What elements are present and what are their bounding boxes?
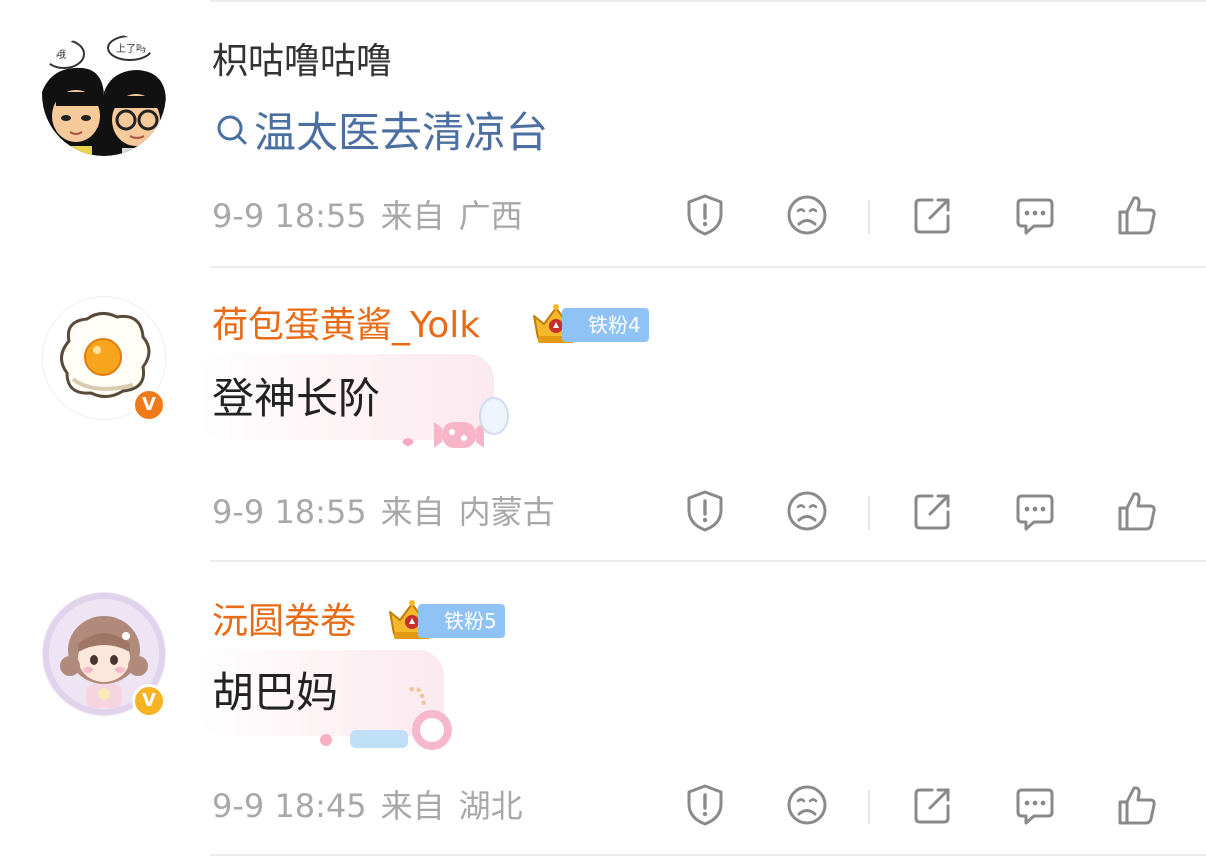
sad-face-icon — [787, 785, 827, 825]
reply-button[interactable] — [1012, 488, 1058, 534]
fan-badge[interactable]: 铁粉4 — [562, 308, 649, 342]
like-button[interactable] — [1114, 488, 1160, 534]
report-button[interactable] — [682, 488, 728, 534]
comment-meta: 9-9 18:55 来自 内蒙古 — [212, 492, 569, 532]
reply-button[interactable] — [1012, 782, 1058, 828]
share-icon — [914, 494, 950, 530]
reply-button[interactable] — [1012, 192, 1058, 238]
comment-icon — [1016, 198, 1054, 235]
action-separator — [868, 496, 870, 530]
avatar[interactable]: 哦 上了吗 — [42, 32, 166, 156]
comment-text: 登神长阶 — [212, 374, 381, 423]
comment-meta: 9-9 18:55 来自 广西 — [212, 196, 537, 236]
v-badge-icon: V — [132, 684, 166, 718]
share-button[interactable] — [910, 782, 956, 828]
comment-date: 9-9 18:55 — [212, 197, 367, 235]
candy-sticker — [402, 397, 509, 448]
comment-actions — [680, 192, 1170, 240]
search-link-text: 温太医去清凉台 — [254, 108, 549, 157]
comment-actions — [680, 488, 1170, 536]
source-label: 来自 — [380, 493, 445, 531]
comment-actions — [680, 782, 1170, 830]
like-button[interactable] — [1114, 782, 1160, 828]
dislike-button[interactable] — [784, 488, 830, 534]
comment-date: 9-9 18:55 — [212, 493, 367, 531]
comment-date: 9-9 18:45 — [212, 787, 367, 825]
share-button[interactable] — [910, 488, 956, 534]
comment-icon — [1016, 788, 1054, 825]
share-icon — [914, 198, 950, 234]
report-button[interactable] — [682, 192, 728, 238]
fan-badge[interactable]: 铁粉5 — [418, 604, 505, 638]
search-icon — [214, 110, 250, 161]
like-button[interactable] — [1114, 192, 1160, 238]
location: 湖北 — [458, 787, 523, 825]
shield-exclamation-icon — [687, 490, 723, 532]
dislike-button[interactable] — [784, 782, 830, 828]
sad-face-icon — [787, 195, 827, 235]
source-label: 来自 — [380, 787, 445, 825]
sad-face-icon — [787, 491, 827, 531]
dislike-button[interactable] — [784, 192, 830, 238]
source-label: 来自 — [380, 197, 445, 235]
report-button[interactable] — [682, 782, 728, 828]
thumbs-up-icon — [1118, 786, 1156, 825]
username[interactable]: 荷包蛋黄酱_Yolk — [212, 304, 480, 348]
comment-icon — [1016, 494, 1054, 531]
location: 内蒙古 — [458, 493, 555, 531]
svg-text:哦: 哦 — [56, 49, 66, 61]
username[interactable]: 枳咕噜咕噜 — [212, 40, 392, 84]
divider — [210, 854, 1206, 856]
shield-exclamation-icon — [687, 784, 723, 826]
action-separator — [868, 790, 870, 824]
divider-top — [210, 0, 1206, 2]
username[interactable]: 沅圆卷卷 — [212, 600, 356, 644]
v-badge-icon: V — [132, 388, 166, 422]
divider — [210, 560, 1206, 562]
thumbs-up-icon — [1118, 196, 1156, 235]
comment-text: 胡巴妈 — [212, 668, 339, 717]
action-separator — [868, 200, 870, 234]
divider — [210, 266, 1206, 268]
search-link[interactable]: 温太医去清凉台 — [214, 108, 548, 161]
comment-meta: 9-9 18:45 来自 湖北 — [212, 786, 537, 826]
svg-text:上了吗: 上了吗 — [116, 43, 146, 55]
shield-exclamation-icon — [687, 194, 723, 236]
share-icon — [914, 788, 950, 824]
thumbs-up-icon — [1118, 492, 1156, 531]
share-button[interactable] — [910, 192, 956, 238]
location: 广西 — [458, 197, 523, 235]
